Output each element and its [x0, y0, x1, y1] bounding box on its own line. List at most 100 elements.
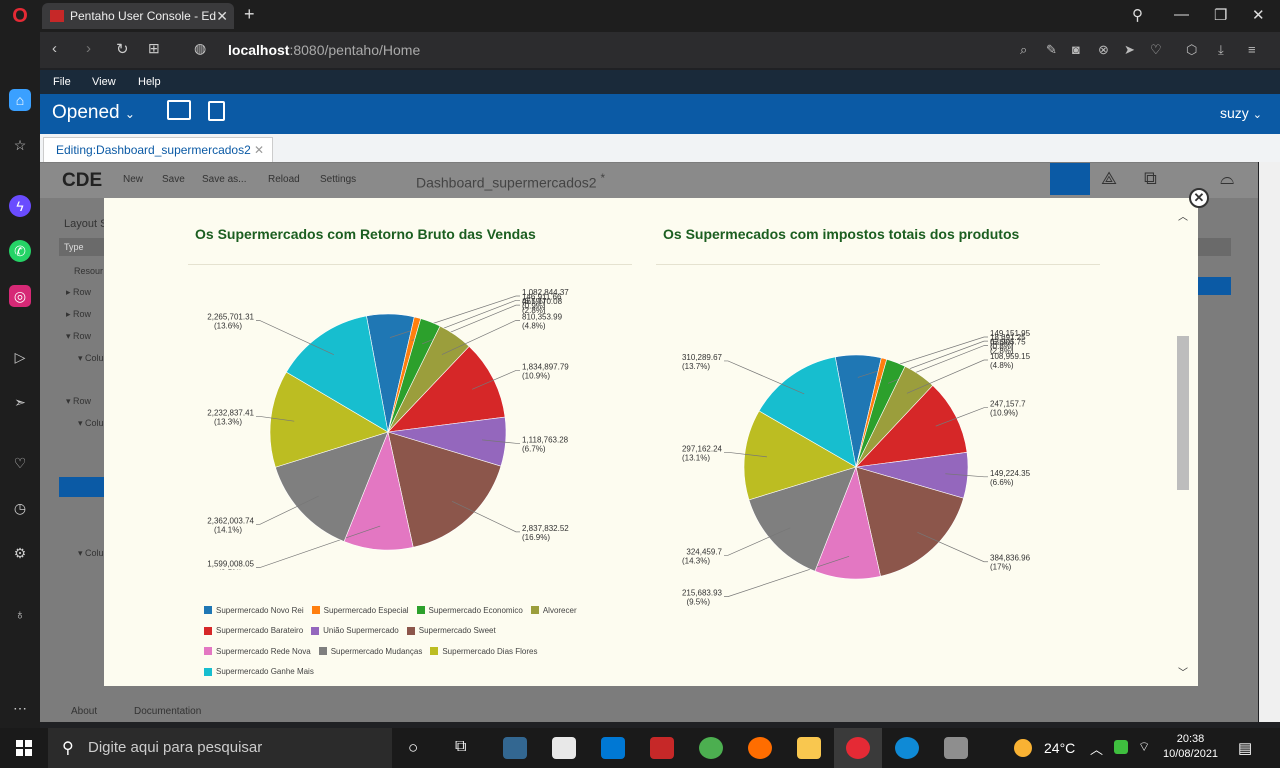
wifi-icon[interactable]: ⌔ — [1138, 739, 1150, 755]
mail-icon[interactable] — [601, 737, 625, 759]
chart1-legend-item[interactable]: Supermercado Economico — [416, 606, 523, 615]
flow-icon[interactable]: ➣ — [9, 391, 31, 413]
scroll-down-icon[interactable]: ﹀ — [1178, 664, 1188, 679]
cube-icon[interactable]: ⬡ — [1186, 42, 1197, 58]
cde-menu-new[interactable]: New — [123, 174, 143, 185]
page-scrollbar[interactable] — [1259, 162, 1280, 722]
messenger-icon[interactable]: ϟ — [9, 195, 31, 217]
user-menu[interactable]: suzy ⌄ — [1220, 105, 1262, 121]
temperature[interactable]: 24°C — [1044, 740, 1075, 756]
more-icon[interactable]: ⋯ — [9, 697, 31, 719]
restore-icon[interactable]: ❐ — [1214, 6, 1227, 24]
preview-icon[interactable]: ⌓ — [1220, 168, 1234, 189]
taskbar-clock[interactable]: 20:38 10/08/2021 — [1163, 733, 1218, 760]
chart1-legend-item[interactable]: Supermercado Rede Nova — [204, 647, 311, 656]
browser-tab[interactable]: Pentaho User Console - Ed ✕ — [42, 3, 234, 29]
file-explorer-icon[interactable] — [797, 737, 821, 759]
tree-column-1[interactable]: ▾ Colu — [78, 353, 104, 364]
chart1-legend-item[interactable]: Supermercado Especial — [311, 606, 409, 615]
chart1-legend-item[interactable]: Supermercado Mudanças — [318, 647, 422, 656]
edit-icon[interactable]: ✎ — [1046, 42, 1057, 58]
chart1-legend-item[interactable]: Alvorecer — [530, 605, 577, 615]
url-field[interactable]: localhost:8080/pentaho/Home — [228, 42, 420, 58]
chart1-legend-item[interactable]: União Supermercado — [311, 626, 399, 635]
taskbar-search-input[interactable]: Digite aqui para pesquisar — [48, 728, 392, 768]
tree-row-3[interactable]: ▾ Row — [66, 331, 91, 342]
close-modal-icon[interactable]: ✕ — [1189, 188, 1209, 208]
paint-icon[interactable] — [944, 737, 968, 759]
task-view-icon[interactable]: ⧉ — [455, 738, 466, 756]
edge-icon[interactable] — [895, 737, 919, 759]
firefox-icon[interactable] — [748, 737, 772, 759]
modal-scroll-thumb[interactable] — [1177, 336, 1189, 490]
chart1-legend-item[interactable]: Supermercado Ganhe Mais — [204, 667, 314, 676]
datasources-icon[interactable]: ⧉ — [1144, 168, 1157, 189]
home-icon[interactable]: ⌂ — [9, 89, 31, 111]
perspective-dropdown[interactable]: Opened ⌄ — [52, 102, 135, 124]
java-icon[interactable] — [552, 737, 576, 759]
opera-logo-icon[interactable]: O — [0, 0, 40, 32]
chart1-legend-item[interactable]: Supermercado Barateiro — [204, 626, 303, 635]
tree-column-3[interactable]: ▾ Colu — [78, 548, 104, 559]
instagram-icon[interactable]: ◎ — [9, 285, 31, 307]
tray-app-icon[interactable] — [1114, 740, 1128, 754]
components-icon[interactable]: ⟁ — [1101, 168, 1117, 189]
tray-chevron-icon[interactable]: ︿ — [1090, 739, 1103, 758]
documentation-link[interactable]: Documentation — [134, 706, 201, 717]
git-icon[interactable] — [650, 737, 674, 759]
scroll-up-icon[interactable]: ︿ — [1178, 208, 1188, 223]
tree-resource[interactable]: Resour — [74, 266, 103, 276]
cde-menu-save[interactable]: Save — [162, 174, 185, 185]
tree-column-2[interactable]: ▾ Colu — [78, 418, 104, 429]
cortana-icon[interactable]: ○ — [408, 738, 418, 758]
tree-row-4[interactable]: ▾ Row — [66, 396, 91, 407]
player-icon[interactable]: ▷ — [9, 346, 31, 368]
menu-file[interactable]: File — [53, 76, 71, 88]
tabs-grid-icon[interactable]: ⊞ — [148, 40, 160, 57]
windows-start-icon[interactable] — [16, 740, 32, 756]
tree-row-2[interactable]: ▸ Row — [66, 309, 91, 320]
reload-icon[interactable]: ↻ — [116, 40, 129, 58]
forward-icon[interactable]: › — [86, 40, 91, 57]
cde-menu-settings[interactable]: Settings — [320, 174, 356, 185]
heart-icon[interactable]: ♡ — [1150, 42, 1162, 58]
new-tab-button[interactable]: + — [244, 4, 255, 25]
legend-label: Alvorecer — [542, 605, 577, 615]
camera-icon[interactable]: ◙ — [1072, 42, 1080, 57]
browser-search-icon[interactable]: ⚲ — [1132, 6, 1143, 24]
settings-gear-icon[interactable]: ⚙ — [9, 542, 31, 564]
speed-dial-icon[interactable]: ☆ — [9, 134, 31, 156]
new-file-icon[interactable] — [208, 101, 225, 121]
menu-help[interactable]: Help — [138, 76, 161, 88]
postgres-icon[interactable] — [503, 737, 527, 759]
close-tab-icon[interactable]: ✕ — [254, 143, 264, 157]
download-icon[interactable]: ⤓ — [1218, 42, 1224, 58]
editing-tab[interactable]: Editing:Dashboard_supermercados2 ✕ — [43, 137, 273, 162]
tree-row-1[interactable]: ▸ Row — [66, 287, 91, 298]
notifications-icon[interactable]: ▤ — [1238, 739, 1252, 757]
weather-sun-icon[interactable] — [1014, 739, 1032, 757]
chart1-legend-item[interactable]: Supermercado Dias Flores — [430, 647, 537, 656]
layout-perspective-button[interactable] — [1050, 163, 1090, 195]
chrome-icon[interactable] — [699, 737, 723, 759]
close-tab-icon[interactable]: ✕ — [216, 8, 228, 25]
minimize-icon[interactable]: — — [1174, 6, 1189, 23]
window-close-icon[interactable]: ✕ — [1252, 6, 1265, 24]
history-icon[interactable]: ◷ — [9, 497, 31, 519]
chart1-legend-item[interactable]: Supermercado Novo Rei — [204, 606, 304, 615]
cde-menu-reload[interactable]: Reload — [268, 174, 300, 185]
back-icon[interactable]: ‹ — [52, 40, 57, 57]
chart1-legend-item[interactable]: Supermercado Sweet — [406, 626, 496, 635]
easy-setup-icon[interactable]: ≡ — [1248, 42, 1256, 57]
lightbulb-icon[interactable]: ♁ — [9, 603, 31, 625]
zoom-icon[interactable]: ⌕ — [1020, 42, 1027, 58]
about-link[interactable]: About — [71, 706, 97, 717]
adblock-icon[interactable]: ⊗ — [1098, 42, 1109, 58]
whatsapp-icon[interactable]: ✆ — [9, 240, 31, 262]
bookmarks-heart-icon[interactable]: ♡ — [9, 452, 31, 474]
send-icon[interactable]: ➤ — [1124, 42, 1135, 58]
cde-menu-save-as[interactable]: Save as... — [202, 174, 246, 185]
open-folder-icon[interactable] — [167, 100, 191, 120]
tree-selected-item[interactable] — [59, 477, 105, 497]
menu-view[interactable]: View — [92, 76, 116, 88]
